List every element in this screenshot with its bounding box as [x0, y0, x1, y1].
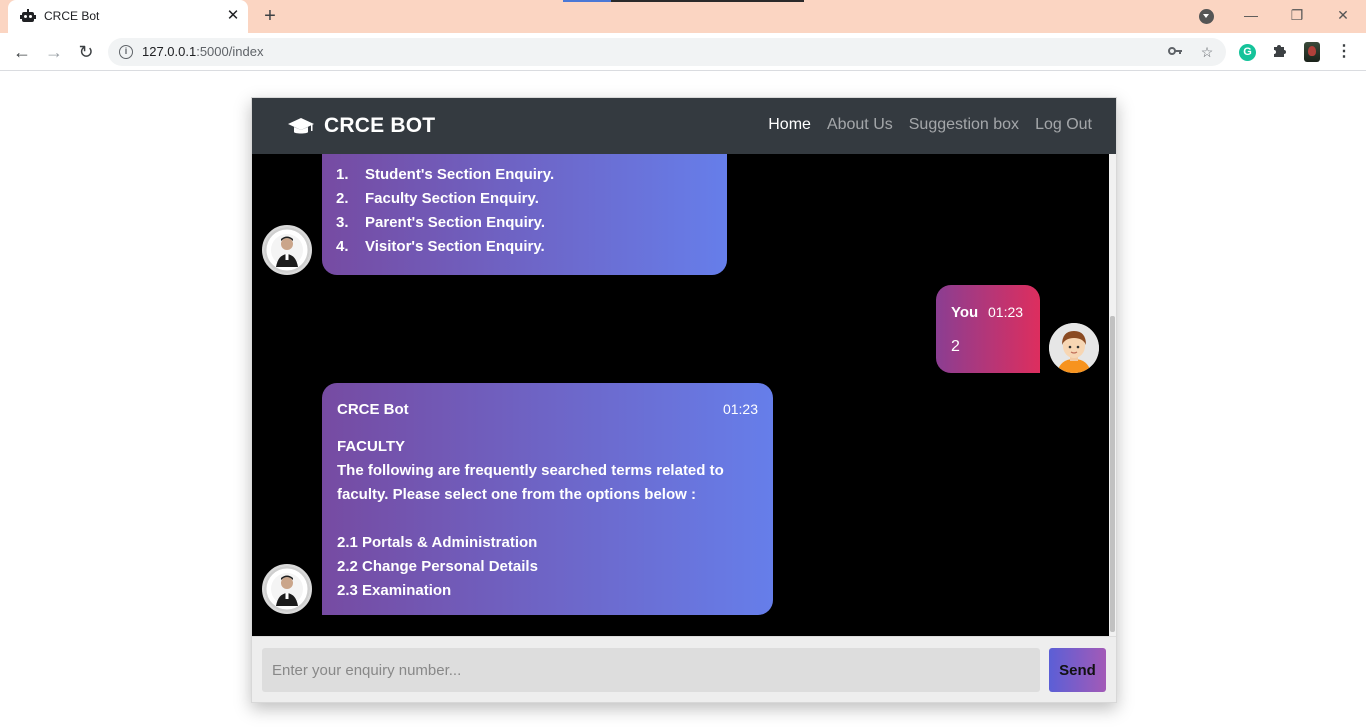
robot-icon [20, 9, 36, 22]
message-time: 01:23 [988, 304, 1024, 320]
menu-icon[interactable]: ⋮ [1335, 42, 1353, 62]
message-body: FACULTY The following are frequently sea… [337, 435, 757, 603]
bot-message: CRCE Bot 01:23 FACULTY The following are… [322, 383, 773, 615]
url-host: 127.0.0.1 [142, 44, 197, 59]
list-item-text: Student's Section Enquiry. [365, 166, 555, 183]
enquiry-menu-list: 1. Student's Section Enquiry. 2. Faculty S… [336, 163, 554, 259]
grammarly-extension-icon[interactable]: G [1239, 44, 1256, 61]
window-close-button[interactable]: ✕ [1331, 4, 1355, 26]
nav-suggestion-box[interactable]: Suggestion box [909, 116, 1019, 134]
list-item-text: Faculty Section Enquiry. [365, 190, 539, 207]
message-time: 01:23 [722, 401, 758, 417]
option-item: 2.3 Examination [337, 582, 452, 599]
nav-log-out[interactable]: Log Out [1035, 116, 1092, 134]
chat-card: CRCE BOT Home About Us Suggestion box Lo… [251, 97, 1117, 703]
forward-arrow-icon[interactable]: → [41, 39, 67, 65]
bot-avatar-image [264, 227, 310, 273]
user-message: You 01:23 2 [936, 285, 1040, 373]
list-item: 4. Visitor's Section Enquiry. [336, 235, 554, 259]
user-avatar [1049, 323, 1099, 373]
bot-menu-message: 1. Student's Section Enquiry. 2. Faculty S… [322, 154, 727, 275]
nav-about-us[interactable]: About Us [827, 116, 893, 134]
list-item-number: 3. [336, 214, 349, 231]
profile-avatar[interactable] [1304, 42, 1320, 62]
url-path: :5000/index [196, 44, 264, 59]
navbar: CRCE BOT Home About Us Suggestion box Lo… [252, 98, 1116, 154]
message-text: 2 [951, 338, 960, 355]
nav-links: Home About Us Suggestion box Log Out [768, 116, 1092, 134]
brand-title[interactable]: CRCE BOT [324, 114, 435, 138]
tab-accent [563, 0, 611, 2]
list-item-number: 1. [336, 166, 349, 183]
message-sender: You [951, 304, 979, 321]
graduation-cap-icon [288, 118, 314, 134]
close-icon[interactable]: ✕ [224, 7, 242, 25]
list-item: 1. Student's Section Enquiry. [336, 163, 554, 187]
key-icon-svg [1168, 47, 1182, 55]
list-item-number: 2. [336, 190, 349, 207]
browser-toolbar: ← → ↻ i 127.0.0.1:5000/index ☆ [0, 33, 1366, 71]
star-icon[interactable]: ☆ [1198, 43, 1216, 61]
restore-button[interactable]: ❐ [1285, 4, 1309, 26]
list-item-text: Parent's Section Enquiry. [365, 214, 545, 231]
nav-home[interactable]: Home [768, 116, 811, 134]
extensions-icon[interactable] [1271, 42, 1289, 62]
browser-tab-strip: CRCE Bot ✕ + — ❐ ✕ [0, 0, 1366, 33]
list-item-text: Visitor's Section Enquiry. [365, 238, 545, 255]
key-icon[interactable] [1166, 43, 1184, 61]
reload-icon[interactable]: ↻ [73, 39, 99, 65]
minimize-button[interactable]: — [1239, 4, 1263, 26]
list-item-number: 4. [336, 238, 349, 255]
message-intro: The following are frequently searched te… [337, 462, 724, 503]
message-sender: CRCE Bot [337, 401, 409, 418]
new-tab-button[interactable]: + [259, 5, 281, 27]
message-input-area: Send [252, 636, 1116, 702]
bot-avatar [262, 564, 312, 614]
tab-title: CRCE Bot [44, 9, 100, 23]
tab-search-icon[interactable] [1199, 9, 1214, 24]
list-item: 2. Faculty Section Enquiry. [336, 187, 554, 211]
option-item: 2.2 Change Personal Details [337, 558, 538, 575]
back-arrow-icon[interactable]: ← [9, 39, 35, 65]
browser-tab[interactable]: CRCE Bot ✕ [8, 0, 248, 33]
message-heading: FACULTY [337, 438, 406, 455]
list-item: 3. Parent's Section Enquiry. [336, 211, 554, 235]
chat-area[interactable]: 1. Student's Section Enquiry. 2. Faculty S… [252, 154, 1116, 636]
enquiry-input[interactable] [262, 648, 1040, 692]
tab-accent [611, 0, 804, 2]
puzzle-icon [1274, 45, 1286, 57]
info-icon[interactable]: i [119, 45, 133, 59]
option-item: 2.1 Portals & Administration [337, 534, 538, 551]
send-button[interactable]: Send [1049, 648, 1106, 692]
bot-avatar-image [264, 566, 310, 612]
address-bar[interactable]: i 127.0.0.1:5000/index ☆ [108, 38, 1226, 66]
bot-avatar [262, 225, 312, 275]
user-avatar-image [1049, 323, 1099, 373]
scrollbar-thumb[interactable] [1110, 316, 1115, 632]
url-text: 127.0.0.1:5000/index [142, 44, 263, 59]
